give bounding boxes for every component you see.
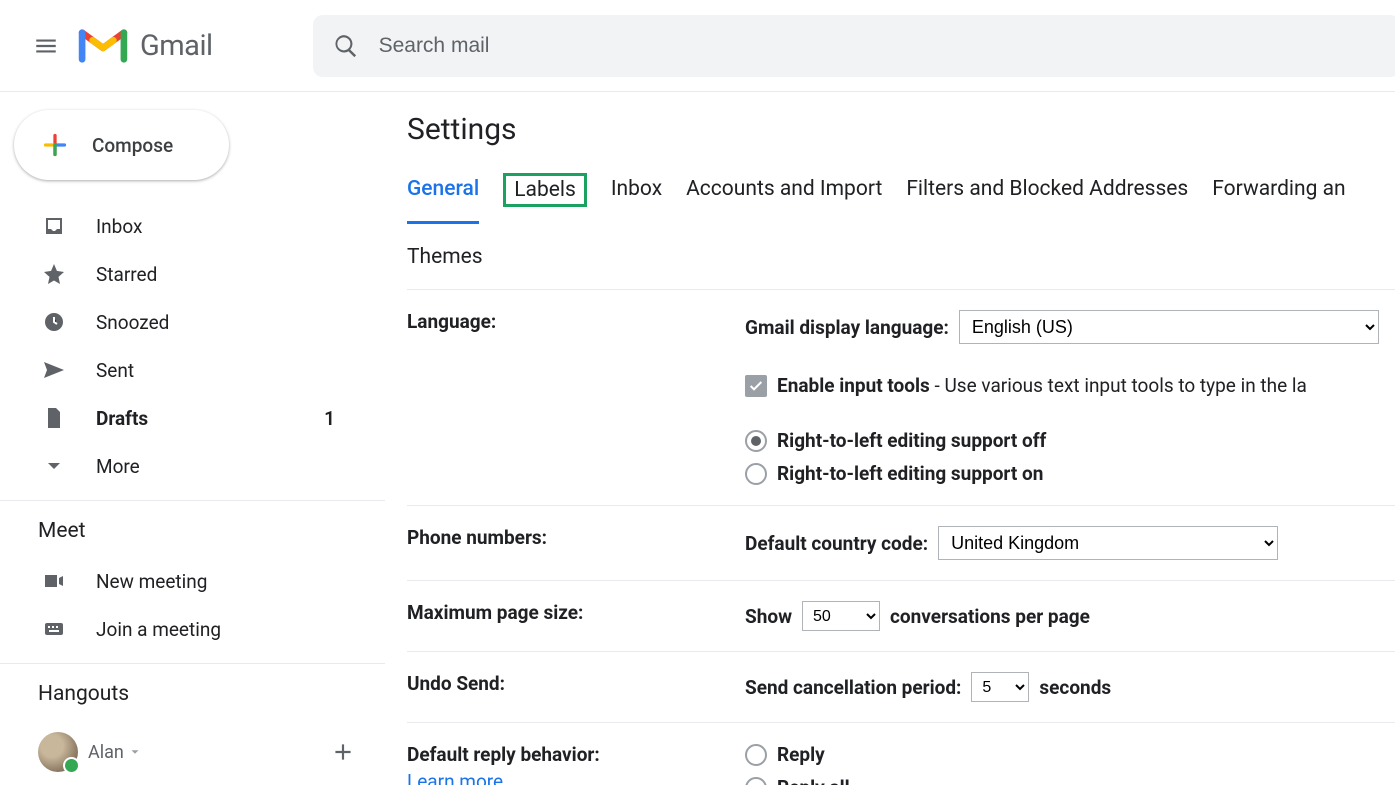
hamburger-icon [33,33,59,59]
page-title: Settings [407,112,1395,147]
sidebar-item-label: More [96,455,385,478]
plus-icon [38,128,72,162]
undo-prefix: Send cancellation period: [745,676,961,699]
page-size-show-label: Show [745,605,792,628]
sidebar-item-drafts[interactable]: Drafts 1 [0,394,385,442]
file-icon [42,406,66,430]
row-phone: Phone numbers: Default country code: Uni… [407,506,1395,581]
sidebar-item-starred[interactable]: Starred [0,250,385,298]
settings-tabs: General Labels Inbox Accounts and Import… [407,173,1395,290]
tab-accounts-import[interactable]: Accounts and Import [686,173,882,207]
sidebar-item-label: New meeting [96,570,385,593]
display-language-select[interactable]: English (US) [959,310,1379,344]
tab-inbox[interactable]: Inbox [611,173,662,207]
row-page-size: Maximum page size: Show 50 conversations… [407,581,1395,652]
chevron-down-icon [42,454,66,478]
sidebar-item-label: Join a meeting [96,618,385,641]
add-hangout-button[interactable] [321,730,365,774]
send-icon [42,358,66,382]
rtl-on-label: Right-to-left editing support on [777,462,1043,485]
sidebar-item-label: Sent [96,359,385,382]
row-default-reply: Default reply behavior: Learn more Reply… [407,723,1395,785]
star-icon [42,262,66,286]
search-input[interactable] [377,33,1380,59]
sidebar-item-more[interactable]: More [0,442,385,490]
video-icon [42,569,66,593]
sidebar-item-label: Starred [96,263,385,286]
page-size-suffix: conversations per page [890,605,1090,628]
reply-label: Reply [777,743,825,766]
avatar[interactable] [38,732,78,772]
default-cc-select[interactable]: United Kingdom [938,526,1278,560]
row-label-page-size: Maximum page size: [407,601,745,631]
main: Settings General Labels Inbox Accounts a… [385,92,1395,785]
sidebar-item-label: Inbox [96,215,385,238]
gmail-logo-text: Gmail [140,29,213,63]
reply-radio[interactable] [745,744,767,766]
hangouts-row: Alan [0,720,385,774]
header: Gmail [0,0,1395,92]
rtl-off-radio[interactable] [745,430,767,452]
sidebar-item-count: 1 [324,407,335,430]
row-undo-send: Undo Send: Send cancellation period: 5 s… [407,652,1395,723]
row-label-reply: Default reply behavior: Learn more [407,743,745,785]
search-bar[interactable] [313,15,1395,77]
sidebar-item-snoozed[interactable]: Snoozed [0,298,385,346]
compose-button[interactable]: Compose [14,110,229,180]
row-label-language: Language: [407,310,745,485]
enable-input-tools-checkbox[interactable] [745,375,767,397]
reply-section-label: Default reply behavior: [407,743,745,766]
sidebar-item-join-meeting[interactable]: Join a meeting [0,605,385,653]
sidebar: Compose Inbox Starred Snoozed Sent [0,92,385,785]
compose-label: Compose [92,134,173,157]
row-label-undo: Undo Send: [407,672,745,702]
hangouts-section-title: Hangouts [0,682,385,706]
plus-icon [330,739,356,765]
search-icon [333,33,359,59]
sidebar-item-new-meeting[interactable]: New meeting [0,557,385,605]
main-menu-button[interactable] [22,22,70,70]
reply-all-radio[interactable] [745,777,767,785]
default-cc-label: Default country code: [745,532,928,555]
sidebar-item-sent[interactable]: Sent [0,346,385,394]
body: Compose Inbox Starred Snoozed Sent [0,92,1395,785]
gmail-logo[interactable]: Gmail [78,27,213,65]
row-label-phone: Phone numbers: [407,526,745,560]
rtl-off-label: Right-to-left editing support off [777,429,1046,452]
undo-suffix: seconds [1039,676,1111,699]
inbox-icon [42,214,66,238]
row-language: Language: Gmail display language: Englis… [407,290,1395,506]
tab-filters-blocked[interactable]: Filters and Blocked Addresses [906,173,1188,207]
caret-down-icon[interactable] [128,745,142,759]
undo-period-select[interactable]: 5 [971,672,1029,702]
keyboard-icon [42,617,66,641]
divider [0,663,385,664]
sidebar-item-inbox[interactable]: Inbox [0,202,385,250]
sidebar-item-label: Drafts [96,407,324,430]
tab-themes[interactable]: Themes [407,241,483,273]
gmail-icon [78,27,128,65]
reply-all-label: Reply all [777,776,850,785]
tab-forwarding[interactable]: Forwarding an [1212,173,1345,207]
tab-labels[interactable]: Labels [503,173,587,207]
learn-more-link[interactable]: Learn more [407,770,745,785]
meet-section-title: Meet [0,519,385,543]
enable-input-tools-label: Enable input tools [777,374,930,397]
enable-input-tools-desc: - Use various text input tools to type i… [930,374,1307,397]
page-size-select[interactable]: 50 [802,601,880,631]
tab-general[interactable]: General [407,173,479,207]
settings-rows: Language: Gmail display language: Englis… [407,290,1395,785]
divider [0,500,385,501]
sidebar-item-label: Snoozed [96,311,385,334]
display-language-label: Gmail display language: [745,316,949,339]
rtl-on-radio[interactable] [745,463,767,485]
hangouts-user-name[interactable]: Alan [88,742,124,763]
clock-icon [42,310,66,334]
